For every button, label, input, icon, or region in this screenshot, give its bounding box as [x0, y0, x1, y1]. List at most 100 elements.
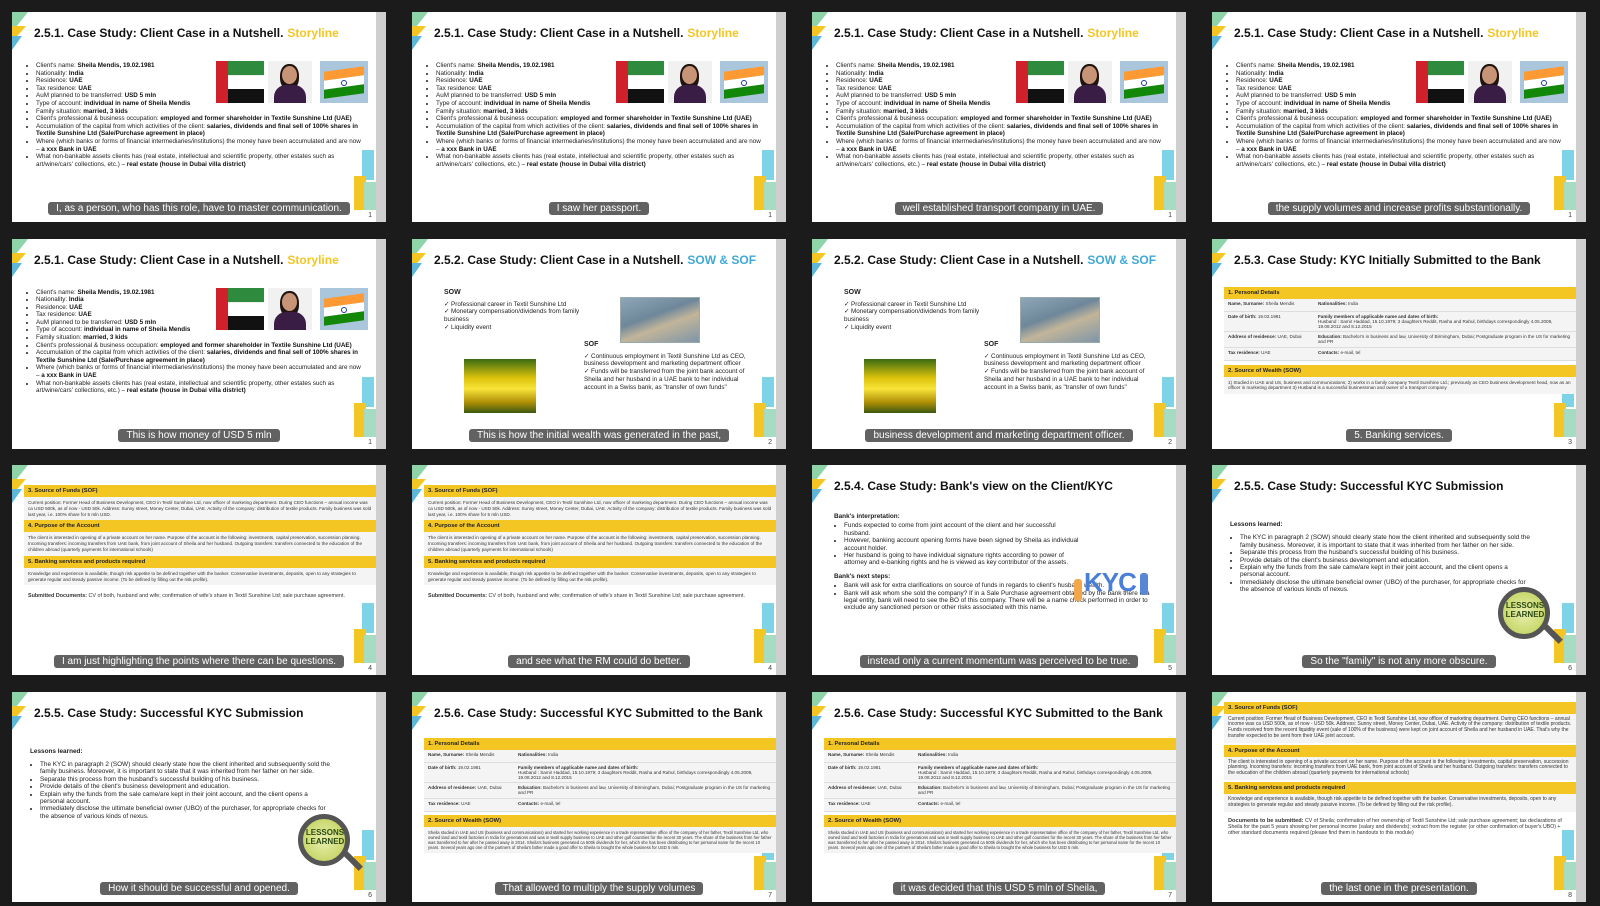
interpretation-list: Funds expected to come from joint accoun…	[834, 522, 1082, 566]
video-frame-11[interactable]: 2.5.4. Case Study: Bank's view on the Cl…	[800, 453, 1200, 680]
sof-text: Current position: Former Head of Busines…	[24, 497, 376, 521]
list-item: Nationality: India	[836, 70, 1166, 78]
sof-text: Current position: Former Head of Busines…	[1224, 713, 1576, 743]
subtitle-caption: So the "family" is not any more obscure.	[1212, 651, 1586, 669]
list-item: Client's professional & business occupat…	[1236, 115, 1566, 123]
slide: 2.5.1. Case Study: Client Case in a Nuts…	[812, 12, 1186, 222]
kyc-illustration: KYC	[1074, 559, 1158, 609]
video-frame-5[interactable]: 2.5.1. Case Study: Client Case in a Nuts…	[0, 226, 400, 453]
sow-list: Professional career in Textil Sunshine L…	[844, 301, 1004, 332]
slide-title: 2.5.6. Case Study: Successful KYC Submit…	[834, 705, 1163, 720]
list-item: AuM planned to be transferred: USD 5 mln	[36, 319, 366, 327]
slide: 2.5.1. Case Study: Client Case in a Nuts…	[1212, 12, 1586, 222]
list-item: Monetary compensation/dividends from fam…	[444, 308, 604, 324]
section-header: 1. Personal Details	[1224, 286, 1576, 299]
video-frame-7[interactable]: 2.5.2. Case Study: Client Case in a Nuts…	[800, 226, 1200, 453]
slide-title: 2.5.1. Case Study: Client Case in a Nuts…	[1234, 26, 1574, 40]
table-row: Name, Surname: Sheila Mendis Nationalitie…	[424, 749, 776, 763]
services-text: Knowledge and experience is available, t…	[1224, 794, 1576, 812]
video-frame-12[interactable]: 2.5.5. Case Study: Successful KYC Submis…	[1200, 453, 1600, 680]
list-item: Nationality: India	[36, 70, 366, 78]
list-item: Type of account: individual in name of S…	[36, 100, 366, 108]
table-row: Date of birth: 19.02.1981 Family members …	[1224, 311, 1576, 332]
table-row: Tax residence: UAE Contacts: e-mail, tel	[1224, 347, 1576, 361]
list-item: Where (which banks or forms of financial…	[436, 138, 766, 153]
list-item: Where (which banks or forms of financial…	[836, 138, 1166, 153]
list-item: Residence: UAE	[1236, 77, 1566, 85]
slide: 2.5.4. Case Study: Bank's view on the Cl…	[812, 465, 1186, 675]
slide: 2.5.6. Case Study: Successful KYC Submit…	[812, 691, 1186, 902]
list-item: AuM planned to be transferred: USD 5 mln	[1236, 92, 1566, 100]
list-item: Accumulation of the capital from which a…	[836, 123, 1166, 138]
video-frame-16[interactable]: 3. Source of Funds (SOF) Current positio…	[1200, 679, 1600, 906]
video-frame-2[interactable]: 2.5.1. Case Study: Client Case in a Nuts…	[400, 0, 800, 227]
section-header: 3. Source of Funds (SOF)	[24, 485, 376, 497]
text: SOW & SOF	[1087, 252, 1157, 267]
text: Storyline	[1487, 26, 1539, 40]
list-item: Provide details of the client's business…	[40, 783, 330, 790]
interpretation-heading: Bank's interpretation:	[834, 513, 900, 520]
list-item: Continuous employment in Textil Sunshine…	[984, 353, 1154, 369]
slide: 2.5.2. Case Study: Client Case in a Nuts…	[812, 238, 1186, 449]
list-item: AuM planned to be transferred: USD 5 mln	[36, 92, 366, 100]
slide: 2.5.6. Case Study: Successful KYC Submit…	[412, 691, 786, 902]
section-header: 1. Personal Details	[824, 737, 1176, 750]
video-frame-9[interactable]: 3. Source of Funds (SOF) Current positio…	[0, 453, 400, 680]
section-header: 3. Source of Funds (SOF)	[424, 485, 776, 497]
table-row: Address of residence: UAE, Dubai Educatio…	[424, 782, 776, 799]
list-item: Client's professional & business occupat…	[36, 342, 366, 350]
video-frame-13[interactable]: 2.5.5. Case Study: Successful KYC Submis…	[0, 679, 400, 906]
slide-title: 2.5.1. Case Study: Client Case in a Nuts…	[34, 253, 374, 267]
list-item: Where (which banks or forms of financial…	[36, 364, 366, 379]
video-frame-10[interactable]: 3. Source of Funds (SOF) Current positio…	[400, 453, 800, 680]
subtitle-caption: This is how the initial wealth was gener…	[412, 425, 786, 443]
sow-text: Sheila studied in UAE and US (business a…	[424, 826, 776, 854]
sow-text: Sheila studied in UAE and US (business a…	[824, 826, 1176, 854]
golden-waterfall-image	[864, 358, 936, 413]
text: I, as a person, who has this role, have …	[48, 202, 350, 215]
video-frame-6[interactable]: 2.5.2. Case Study: Client Case in a Nuts…	[400, 226, 800, 453]
video-frame-14[interactable]: 2.5.6. Case Study: Successful KYC Submit…	[400, 679, 800, 906]
video-frame-3[interactable]: 2.5.1. Case Study: Client Case in a Nuts…	[800, 0, 1200, 227]
list-item: What non-bankable assets clients has (re…	[36, 153, 366, 168]
sof-heading: SOF	[584, 340, 599, 348]
section-header: 3. Source of Funds (SOF)	[1224, 701, 1576, 714]
client-facts-list: Client's name: Sheila Mendis, 19.02.1981…	[26, 289, 366, 395]
list-item: Liquidity event	[444, 324, 604, 332]
slide: 2.5.1. Case Study: Client Case in a Nuts…	[412, 12, 786, 222]
subtitle-caption: and see what the RM could do better.	[412, 651, 786, 669]
text: instead only a current momentum was perc…	[859, 655, 1139, 668]
lessons-content: Lessons learned: The KYC in paragraph 2 …	[1230, 521, 1530, 594]
video-frame-8[interactable]: 2.5.3. Case Study: KYC Initially Submitt…	[1200, 226, 1600, 453]
section-header: 5. Banking services and products require…	[24, 555, 376, 568]
video-frame-4[interactable]: 2.5.1. Case Study: Client Case in a Nuts…	[1200, 0, 1600, 227]
list-item: Family situation: married, 3 kids	[436, 108, 766, 116]
list-item: Immediately disclose the ultimate benefi…	[1240, 579, 1530, 594]
purpose-text: The client is interested in opening of a…	[1224, 756, 1576, 781]
text: and see what the RM could do better.	[508, 655, 690, 668]
list-item: What non-bankable assets clients has (re…	[436, 153, 766, 168]
list-item: Accumulation of the capital from which a…	[36, 123, 366, 138]
subtitle-caption: That allowed to multiply the supply volu…	[412, 878, 786, 896]
list-item: Professional career in Textil Sunshine L…	[444, 301, 604, 309]
list-item: Client's name: Sheila Mendis, 19.02.1981	[436, 62, 766, 70]
list-item: Client's professional & business occupat…	[436, 115, 766, 123]
list-item: Funds will be transferred from the joint…	[984, 368, 1154, 391]
slide-edge-strip	[1176, 465, 1186, 675]
table-row: Tax residence: UAE Contacts: e-mail, tel	[824, 798, 1176, 812]
list-item: Tax residence: UAE	[436, 85, 766, 93]
list-item: However, banking account opening forms h…	[844, 537, 1082, 552]
video-frame-1[interactable]: 2.5.1. Case Study: Client Case in a Nuts…	[0, 0, 400, 227]
text: Storyline	[687, 26, 739, 40]
video-frame-15[interactable]: 2.5.6. Case Study: Successful KYC Submit…	[800, 679, 1200, 906]
list-item: Family situation: married, 3 kids	[1236, 108, 1566, 116]
kyc-form: 1. Personal Details Name, Surname: Sheil…	[1224, 286, 1576, 395]
text: 2.5.2. Case Study: Client Case in a Nuts…	[434, 252, 684, 267]
subtitle-caption: it was decided that this USD 5 mln of Sh…	[812, 878, 1186, 896]
list-item: Client's name: Sheila Mendis, 19.02.1981	[36, 289, 366, 297]
sof-text: Current position: Former Head of Busines…	[424, 497, 776, 521]
list-item: Family situation: married, 3 kids	[836, 108, 1166, 116]
list-item: Tax residence: UAE	[836, 85, 1166, 93]
sof-list: Continuous employment in Textil Sunshine…	[984, 353, 1154, 392]
section-header: 2. Source of Wealth (SOW)	[424, 814, 776, 827]
